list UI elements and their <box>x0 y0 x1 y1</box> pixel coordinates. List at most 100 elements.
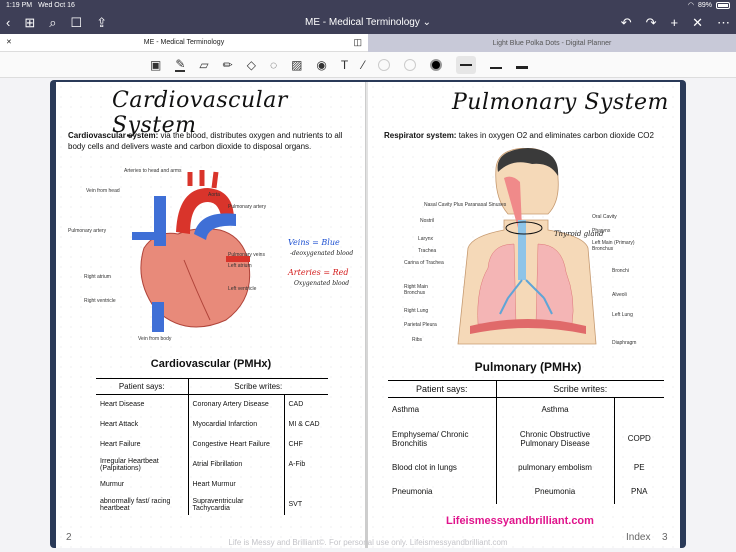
header-scribe: Scribe writes: <box>187 378 328 395</box>
vena-cava-bottom <box>152 302 164 332</box>
cell-scribe: Myocardial Infarction <box>187 414 284 435</box>
table-title: Cardiovascular (PMHx) <box>150 358 272 370</box>
label-left-ventricle: Left ventricle <box>228 286 257 292</box>
highlighter-icon[interactable]: ✏ <box>223 59 233 71</box>
cell-patient: Murmur <box>100 481 125 488</box>
header-patient: Patient says: <box>96 378 188 395</box>
search-icon[interactable]: ⌕ <box>49 16 56 29</box>
definition: Cardiovascular system: via the blood, di… <box>68 130 360 152</box>
cell-abbr <box>283 474 328 495</box>
label-pulmonary-veins: Pulmonary veins <box>228 252 265 258</box>
status-bar: 1:19 PM Wed Oct 16 ◠ 89% <box>0 0 736 10</box>
tab-label: ME - Medical Terminology <box>143 39 225 46</box>
status-time: 1:19 PM <box>6 1 33 9</box>
artery-branch-3 <box>211 171 219 189</box>
text-box-icon[interactable]: T <box>341 59 348 71</box>
watermark: Lifeismessyandbrilliant.com <box>446 515 594 527</box>
back-icon[interactable]: ‹ <box>6 16 10 29</box>
trachea-shape <box>518 220 526 280</box>
cell-abbr: CAD <box>283 394 328 415</box>
label-left-lung: Left Lung <box>612 312 633 318</box>
cell-scribe: pulmonary embolism <box>495 455 614 480</box>
label-vein-head: Vein from head <box>86 188 120 194</box>
label-aorta: Aorta <box>208 192 220 198</box>
cell-patient: abnormally fast/ racing heartbeat <box>100 497 171 512</box>
label-pulmonary-artery-right: Pulmonary artery <box>228 204 267 210</box>
cell-patient: Pneumonia <box>392 487 433 496</box>
note-thyroid: Thyroid gland <box>554 230 604 238</box>
label-arteries: Arteries to head and arms <box>124 168 182 174</box>
camera-icon[interactable]: ◉ <box>316 59 326 71</box>
add-page-icon[interactable]: + <box>671 16 679 29</box>
table-row: Pneumonia Pneumonia PNA <box>388 479 664 504</box>
tab-medical-terminology[interactable]: ✕ ME - Medical Terminology ◫ <box>0 34 368 52</box>
undo-icon[interactable]: ↶ <box>621 16 632 29</box>
share-icon[interactable]: ⇪ <box>96 16 107 29</box>
cell-scribe: Supraventricular Tachycardia <box>187 494 284 515</box>
label-oral-cavity: Oral Cavity <box>592 214 617 220</box>
definition-term: Cardiovascular system: <box>68 131 159 140</box>
page-left[interactable]: Cardiovascular System Cardiovascular sys… <box>56 82 366 548</box>
note-oxygenated: Oxygenated blood <box>294 280 350 287</box>
label-pulmonary-artery-left: Pulmonary artery <box>68 228 107 234</box>
table-row: abnormally fast/ racing heartbeat Suprav… <box>96 494 328 515</box>
label-left-atrium: Left atrium <box>228 263 252 269</box>
page-right[interactable]: Pulmonary System Respirator system: take… <box>368 82 680 548</box>
tab-digital-planner[interactable]: Light Blue Polka Dots - Digital Planner <box>368 34 736 52</box>
footer-copyright: Life is Messy and Brilliant©. For person… <box>228 538 508 547</box>
table-row: Emphysema/ Chronic Bronchitis Chronic Ob… <box>388 421 664 456</box>
label-carina: Carina of Trachea <box>404 260 444 266</box>
definition-text: takes in oxygen O2 and eliminates carbon… <box>456 131 654 140</box>
close-icon[interactable]: ✕ <box>692 16 703 29</box>
table-row: Murmur Heart Murmur <box>96 474 328 495</box>
pen-icon[interactable]: ✎ <box>175 58 186 72</box>
label-right-main-bronchus: Right Main Bronchus <box>404 284 428 296</box>
line-width-medium[interactable] <box>490 58 503 72</box>
cell-patient: Blood clot in lungs <box>392 463 457 472</box>
cell-scribe: Coronary Artery Disease <box>187 394 284 415</box>
cell-patient: Asthma <box>392 405 420 415</box>
table-row: Blood clot in lungs pulmonary embolism P… <box>388 455 664 480</box>
respiratory-diagram <box>457 148 597 345</box>
label-larynx: Larynx <box>418 236 434 242</box>
table-row: Heart Attack Myocardial Infarction MI & … <box>96 414 328 435</box>
label-trachea: Trachea <box>418 248 437 254</box>
label-diaphragm: Diaphragm <box>612 340 637 346</box>
cell-scribe: Heart Murmur <box>187 474 284 495</box>
cell-abbr: COPD <box>613 421 664 456</box>
color-swatch-black[interactable] <box>430 58 443 71</box>
cell-scribe: Atrial Fibrillation <box>187 454 284 475</box>
cell-patient: Irregular Heartbeat (Palpitations) <box>100 457 159 472</box>
more-icon[interactable]: ⋯ <box>717 16 730 29</box>
table-row: Heart Failure Congestive Heart Failure C… <box>96 434 328 455</box>
cell-scribe: Pneumonia <box>495 479 614 504</box>
read-only-icon[interactable]: ▣ <box>150 59 161 71</box>
wifi-icon: ◠ <box>687 2 694 9</box>
cell-patient: Heart Failure <box>100 441 141 448</box>
grid-view-icon[interactable]: ⊞ <box>24 16 35 29</box>
color-swatch-white[interactable] <box>378 58 391 71</box>
pmhx-table-pulmonary: Patient says: Scribe writes: Asthma Asth… <box>388 380 664 504</box>
shapes-icon[interactable]: ◇ <box>247 59 256 71</box>
document-area[interactable]: Cardiovascular System Cardiovascular sys… <box>0 78 736 552</box>
line-width-thick[interactable] <box>516 58 529 72</box>
table-title: Pulmonary (PMHx) <box>474 360 582 374</box>
bookmark-icon[interactable]: ☐ <box>71 16 83 29</box>
cell-abbr: PNA <box>613 479 664 504</box>
label-right-lung: Right Lung <box>404 308 429 314</box>
image-icon[interactable]: ▨ <box>291 59 302 71</box>
redo-icon[interactable]: ↷ <box>646 16 657 29</box>
cell-patient: Heart Disease <box>100 401 145 409</box>
note-veins-blue: Veins = Blue <box>288 238 340 247</box>
color-swatch-white-2[interactable] <box>404 58 417 71</box>
label-nasal-cavity: Nasal Cavity Plus Paranasal Sinuses <box>424 202 507 208</box>
cell-scribe: Asthma <box>495 397 614 422</box>
cell-scribe: Congestive Heart Failure <box>187 434 284 455</box>
lasso-icon[interactable]: ◌ <box>270 59 277 71</box>
note-arteries-red: Arteries = Red <box>288 268 349 277</box>
line-width-thin[interactable] <box>456 55 477 74</box>
cell-patient: Emphysema/ Chronic Bronchitis <box>392 429 469 448</box>
table-row: Irregular Heartbeat (Palpitations) Atria… <box>96 454 328 475</box>
eraser-icon[interactable]: ▱ <box>199 59 208 71</box>
laser-pointer-icon[interactable]: ⁄ <box>362 59 364 71</box>
